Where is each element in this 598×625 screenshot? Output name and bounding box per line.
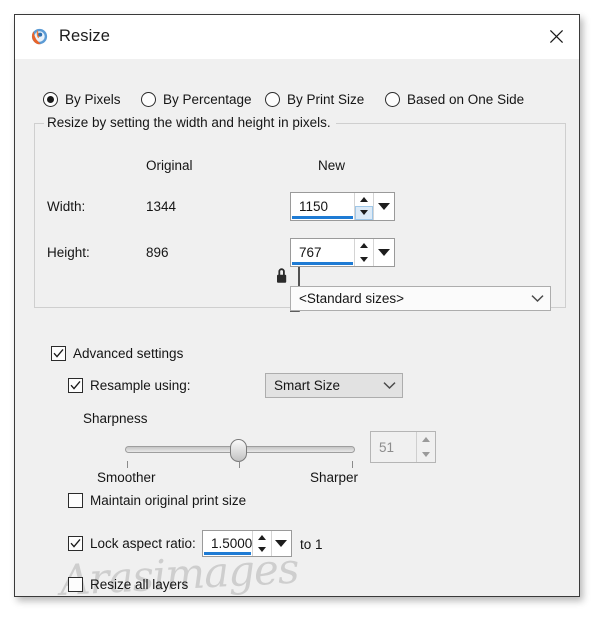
slider-tick-min	[127, 461, 128, 468]
triangle-up-icon	[360, 196, 368, 202]
slider-tick-max	[352, 461, 353, 468]
checkbox-box	[68, 493, 83, 508]
slider-thumb[interactable]	[230, 439, 247, 462]
height-unit-dropdown[interactable]	[373, 239, 394, 266]
screen-root: Resize By Pixels By Percentage By Print …	[0, 0, 598, 625]
width-spin-arrows[interactable]	[354, 193, 373, 220]
chevron-down-icon	[378, 249, 390, 256]
sharpness-slider[interactable]: Smoother Sharper	[97, 434, 358, 485]
resample-using-checkbox[interactable]: Resample using:	[68, 378, 191, 393]
sharpness-value-spinner: 51	[370, 431, 436, 463]
close-icon	[549, 29, 563, 44]
radio-label: By Print Size	[287, 92, 365, 107]
window-title: Resize	[59, 27, 111, 45]
resize-dialog-window: Resize By Pixels By Percentage By Print …	[14, 14, 580, 605]
radio-by-pixels[interactable]: By Pixels	[43, 92, 121, 107]
height-spin-up[interactable]	[355, 239, 373, 253]
width-spin-down[interactable]	[355, 205, 373, 220]
triangle-down-icon	[360, 210, 368, 216]
aspect-ratio-dropdown[interactable]	[270, 531, 291, 556]
aspect-ratio-suffix: to 1	[300, 537, 323, 552]
width-new-input[interactable]: 1150	[291, 193, 354, 220]
checkbox-box	[68, 536, 83, 551]
dialog-body: By Pixels By Percentage By Print Size Ba…	[15, 59, 579, 605]
resize-all-layers-label: Resize all layers	[90, 577, 189, 592]
aspect-ratio-spinner[interactable]: 1.5000	[202, 530, 292, 557]
checkmark-icon	[70, 380, 81, 390]
height-new-spinner[interactable]: 767	[290, 238, 395, 267]
standard-sizes-combo[interactable]: <Standard sizes>	[290, 286, 551, 311]
radio-label: By Percentage	[163, 92, 252, 107]
width-unit-dropdown[interactable]	[373, 193, 394, 220]
radio-by-print-size[interactable]: By Print Size	[265, 92, 364, 107]
radio-dot-icon	[141, 92, 156, 107]
sharpness-spin-down	[417, 447, 435, 462]
lock-aspect-ratio-checkbox[interactable]: Lock aspect ratio:	[68, 536, 196, 551]
chevron-down-icon	[378, 203, 390, 210]
column-header-original: Original	[146, 158, 193, 173]
radio-dot-icon	[385, 92, 400, 107]
radio-label: Based on One Side	[407, 92, 525, 107]
radio-label: By Pixels	[65, 92, 121, 107]
resample-method-value: Smart Size	[274, 378, 341, 393]
lock-aspect-ratio-label: Lock aspect ratio:	[90, 536, 196, 551]
checkmark-icon	[53, 348, 64, 358]
height-label: Height:	[47, 245, 90, 260]
chevron-down-icon	[530, 295, 544, 303]
pixel-settings-legend: Resize by setting the width and height i…	[44, 115, 336, 130]
standard-sizes-dropdown-button[interactable]	[524, 294, 550, 303]
chevron-down-icon	[382, 382, 396, 390]
checkbox-box	[68, 577, 83, 592]
close-button[interactable]	[533, 15, 579, 58]
resample-method-combo[interactable]: Smart Size	[265, 373, 403, 398]
triangle-up-icon	[257, 534, 266, 540]
radio-by-percentage[interactable]: By Percentage	[141, 92, 252, 107]
paintshop-pro-icon	[29, 27, 49, 47]
height-spin-arrows[interactable]	[354, 239, 373, 266]
width-spin-up[interactable]	[355, 193, 373, 206]
triangle-down-icon	[422, 452, 430, 457]
width-label: Width:	[47, 199, 86, 214]
title-bar: Resize	[15, 15, 579, 59]
radio-dot-icon	[43, 92, 58, 107]
aspect-ratio-spin-arrows[interactable]	[252, 531, 271, 556]
radio-dot-icon	[265, 92, 280, 107]
aspect-ratio-spin-down[interactable]	[253, 543, 271, 556]
maintain-print-size-checkbox[interactable]: Maintain original print size	[68, 493, 246, 508]
slider-min-label: Smoother	[97, 470, 156, 485]
checkbox-box	[51, 346, 66, 361]
sharpness-value-input: 51	[371, 432, 416, 462]
aspect-ratio-input[interactable]: 1.5000	[203, 531, 253, 556]
standard-sizes-value: <Standard sizes>	[299, 291, 405, 306]
aspect-ratio-spin-up[interactable]	[253, 531, 271, 544]
checkbox-box	[68, 378, 83, 393]
radio-based-on-one-side[interactable]: Based on One Side	[385, 92, 524, 107]
advanced-settings-label: Advanced settings	[73, 346, 184, 361]
triangle-up-icon	[422, 437, 430, 442]
height-original-value: 896	[146, 245, 169, 260]
triangle-down-icon	[360, 256, 368, 262]
height-spin-down[interactable]	[355, 252, 373, 266]
width-new-spinner[interactable]: 1150	[290, 192, 395, 221]
resize-mode-radio-group: By Pixels By Percentage By Print Size Ba…	[15, 92, 579, 114]
triangle-up-icon	[360, 243, 368, 249]
sharpness-spin-up	[417, 432, 435, 447]
slider-max-label: Sharper	[310, 470, 359, 485]
triangle-down-icon	[257, 547, 266, 553]
column-header-new: New	[318, 158, 346, 173]
maintain-print-size-label: Maintain original print size	[90, 493, 247, 508]
sharpness-label: Sharpness	[83, 411, 148, 426]
resize-all-layers-checkbox[interactable]: Resize all layers	[68, 577, 188, 592]
chevron-down-icon	[275, 540, 288, 547]
width-original-value: 1344	[146, 199, 177, 214]
sharpness-spin-arrows	[416, 432, 435, 462]
advanced-settings-checkbox[interactable]: Advanced settings	[51, 346, 183, 361]
resample-using-label: Resample using:	[90, 378, 191, 393]
resample-method-dropdown-button[interactable]	[376, 381, 402, 390]
slider-tick-mid	[239, 461, 240, 468]
checkmark-icon	[70, 538, 81, 548]
height-new-input[interactable]: 767	[291, 239, 354, 266]
